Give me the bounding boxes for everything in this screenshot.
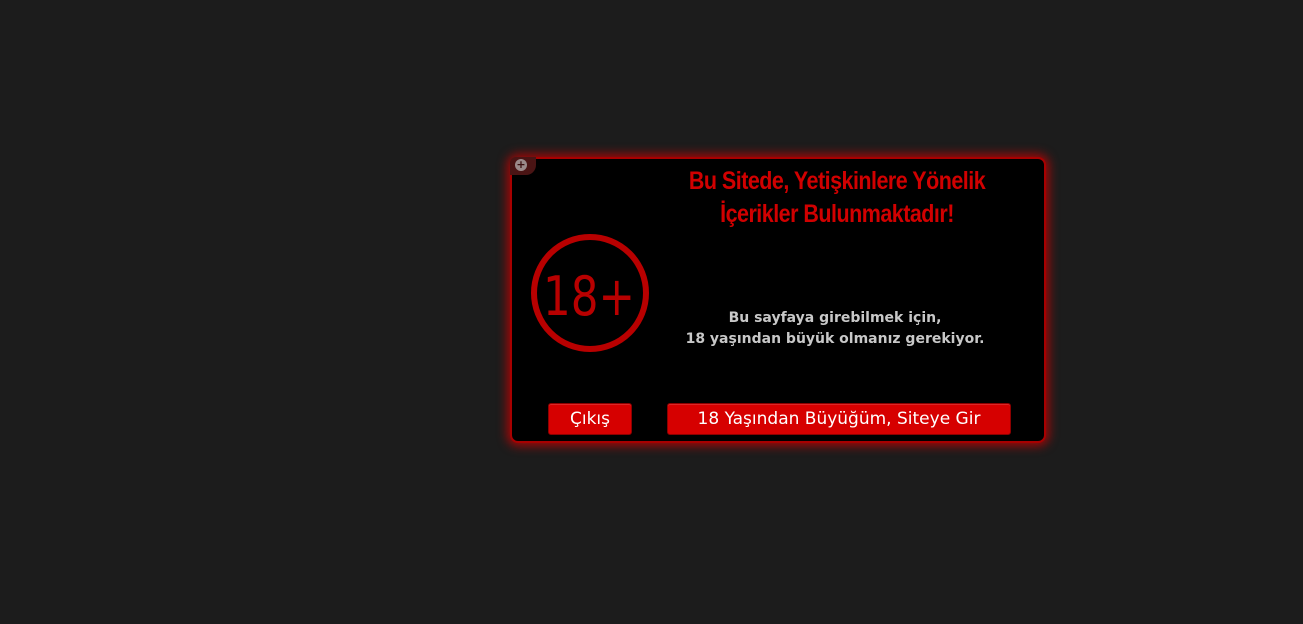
warning-title-line2: İçerikler Bulunmaktadır!	[720, 200, 954, 228]
badge-text: 18+	[543, 265, 635, 328]
plus-circle-icon[interactable]: +	[515, 159, 527, 171]
message-line2: 18 yaşından büyük olmanız gerekiyor.	[685, 331, 985, 347]
modal-corner-tab[interactable]: +	[510, 157, 536, 175]
enter-site-button[interactable]: 18 Yaşından Büyüğüm, Siteye Gir	[667, 403, 1011, 435]
age-requirement-message: Bu sayfaya girebilmek için, 18 yaşından …	[657, 308, 1013, 350]
warning-title: Bu Sitede, Yetişkinlere Yönelik İçerikle…	[669, 165, 1004, 231]
age-verification-modal: + Bu Sitede, Yetişkinlere Yönelik İçerik…	[510, 157, 1046, 443]
exit-button[interactable]: Çıkış	[548, 403, 632, 435]
warning-title-line1: Bu Sitede, Yetişkinlere Yönelik	[688, 167, 986, 195]
age-18-plus-icon: 18+	[531, 234, 649, 352]
message-line1: Bu sayfaya girebilmek için,	[728, 310, 942, 326]
